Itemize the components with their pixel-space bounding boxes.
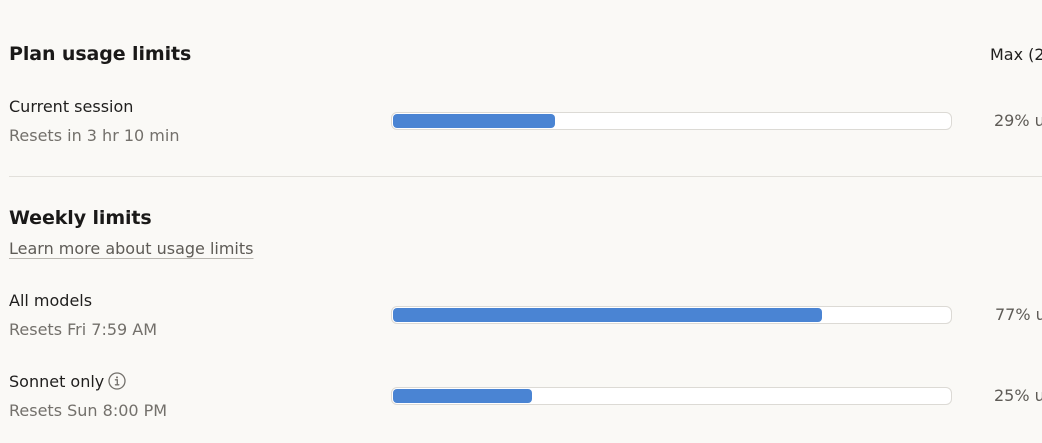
plan-label: Max (2 <box>990 45 1042 64</box>
all-models-progress-bar <box>391 306 952 324</box>
current-session-reset: Resets in 3 hr 10 min <box>9 126 180 145</box>
learn-more-link[interactable]: Learn more about usage limits <box>9 239 253 258</box>
sonnet-only-reset: Resets Sun 8:00 PM <box>9 401 168 420</box>
sonnet-only-label: Sonnet only <box>9 372 105 391</box>
current-session-progress-bar <box>391 112 952 130</box>
sonnet-only-progress-bar <box>391 387 952 405</box>
section-divider <box>9 176 1042 177</box>
all-models-progress-fill <box>393 308 822 322</box>
current-session-progress-fill <box>393 114 555 128</box>
all-models-label: All models <box>9 291 93 310</box>
current-session-label: Current session <box>9 97 134 116</box>
all-models-percent: 77% u <box>995 305 1042 324</box>
plan-usage-title: Plan usage limits <box>9 43 192 65</box>
sonnet-only-progress-fill <box>393 389 532 403</box>
sonnet-only-percent: 25% u <box>994 386 1042 405</box>
current-session-percent: 29% u <box>994 111 1042 130</box>
weekly-limits-title: Weekly limits <box>9 207 152 229</box>
all-models-reset: Resets Fri 7:59 AM <box>9 320 158 339</box>
info-icon[interactable] <box>108 372 126 390</box>
